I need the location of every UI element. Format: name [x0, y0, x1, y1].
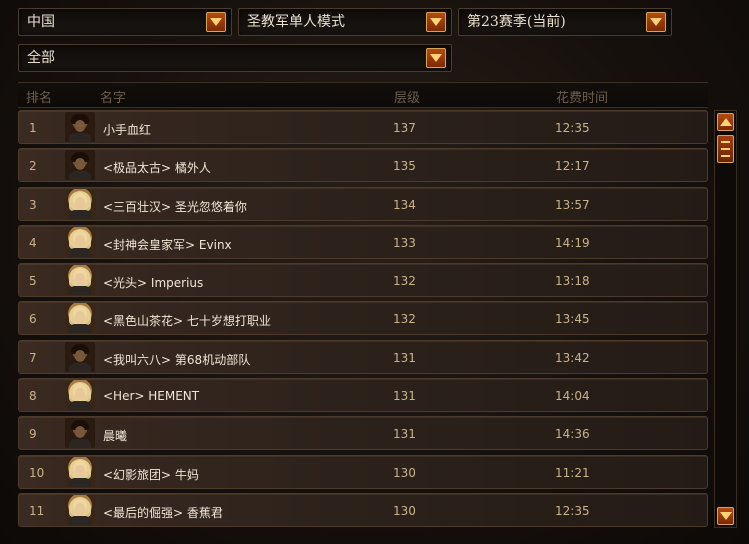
category-value: 全部	[27, 50, 55, 66]
row-time: 13:42	[555, 350, 590, 365]
row-name: <三百壮汉> 圣光忽悠着你	[103, 199, 247, 214]
leaderboard-row[interactable]: 7 <我叫六八> 第68机动部队 131 13:42	[18, 339, 708, 374]
row-name: <幻影旅团> 牛妈	[103, 467, 199, 482]
scrollbar-thumb[interactable]	[717, 135, 734, 163]
region-dropdown[interactable]: 中国	[18, 8, 232, 36]
leaderboard-row[interactable]: 6 <黑色山茶花> 七十岁想打职业 132 13:45	[18, 301, 708, 336]
row-rank: 3	[29, 197, 37, 212]
row-time: 14:04	[555, 389, 590, 404]
category-dropdown[interactable]: 全部	[18, 44, 452, 72]
row-rank: 4	[29, 235, 37, 250]
leaderboard-row[interactable]: 10 <幻影旅团> 牛妈 130 11:21	[18, 454, 708, 489]
chevron-down-icon[interactable]	[426, 48, 446, 68]
row-rank: 9	[29, 427, 37, 442]
row-time: 12:17	[555, 159, 590, 174]
header-name: 名字	[100, 91, 127, 106]
leaderboard-row[interactable]: 5 <光头> Imperius 132 13:18	[18, 263, 708, 298]
row-level: 132	[393, 274, 416, 289]
avatar	[65, 188, 95, 219]
row-name: 小手血红	[103, 123, 152, 137]
header-level: 层级	[394, 91, 421, 106]
avatar	[65, 494, 95, 525]
row-time: 13:57	[555, 197, 590, 212]
row-name: <极品太古> 橘外人	[103, 161, 211, 176]
leaderboard-row[interactable]: 4 <封神会皇家军> Evinx 133 14:19	[18, 224, 708, 259]
leaderboard-row[interactable]: 8 <Her> HEMENT 131 14:04	[18, 378, 708, 413]
avatar	[65, 380, 95, 411]
row-time: 14:19	[555, 235, 590, 250]
chevron-down-icon[interactable]	[426, 12, 446, 32]
row-rank: 6	[29, 312, 37, 327]
chevron-down-icon[interactable]	[646, 12, 666, 32]
row-level: 134	[393, 197, 416, 212]
chevron-down-icon[interactable]	[206, 12, 226, 32]
leaderboard-row[interactable]: 3 <三百壮汉> 圣光忽悠着你 134 13:57	[18, 186, 708, 221]
row-level: 131	[393, 427, 416, 442]
row-rank: 11	[29, 503, 45, 518]
table-header: 排名 名字 层级 花费时间	[18, 82, 708, 108]
row-time: 12:35	[555, 503, 590, 518]
avatar	[65, 226, 95, 257]
row-name: <封神会皇家军> Evinx	[103, 237, 232, 252]
row-time: 13:18	[555, 274, 590, 289]
row-rank: 1	[29, 121, 37, 135]
row-name: <黑色山茶花> 七十岁想打职业	[103, 314, 271, 329]
row-name: <Her> HEMENT	[103, 389, 200, 404]
leaderboard-row[interactable]: 9 晨曦 131 14:36	[18, 416, 708, 451]
leaderboard-row[interactable]: 2 <极品太古> 橘外人 135 12:17	[18, 148, 708, 183]
row-level: 130	[393, 465, 416, 480]
mode-dropdown[interactable]: 圣教军单人模式	[238, 8, 452, 36]
avatar	[65, 112, 95, 142]
row-name: <我叫六八> 第68机动部队	[103, 352, 251, 367]
avatar	[65, 150, 95, 181]
row-level: 137	[393, 121, 416, 135]
row-rank: 8	[29, 389, 37, 404]
avatar	[65, 303, 95, 334]
avatar	[65, 341, 95, 372]
row-level: 135	[393, 159, 416, 174]
header-rank: 排名	[26, 91, 53, 106]
row-level: 131	[393, 350, 416, 365]
mode-value: 圣教军单人模式	[247, 14, 345, 30]
chevron-up-icon[interactable]	[717, 113, 734, 131]
chevron-down-icon[interactable]	[717, 507, 734, 525]
row-level: 132	[393, 312, 416, 327]
season-value: 第23赛季(当前)	[467, 14, 566, 30]
row-rank: 7	[29, 350, 37, 365]
row-level: 131	[393, 389, 416, 404]
row-level: 130	[393, 503, 416, 518]
region-value: 中国	[27, 14, 55, 30]
row-name: <最后的倔强> 香蕉君	[103, 505, 223, 520]
scrollbar[interactable]	[714, 110, 737, 528]
header-time: 花费时间	[556, 91, 609, 106]
row-time: 14:36	[555, 427, 590, 442]
row-time: 13:45	[555, 312, 590, 327]
row-rank: 2	[29, 159, 37, 174]
leaderboard-row[interactable]: 11 <最后的倔强> 香蕉君 130 12:35	[18, 492, 708, 527]
leaderboard-list: 1 小手血红 137 12:35 2 <极品太古> 橘外人 135 12:17 3 <三百壮汉> …	[18, 110, 708, 531]
avatar	[65, 265, 95, 296]
season-dropdown[interactable]: 第23赛季(当前)	[458, 8, 672, 36]
leaderboard-row[interactable]: 1 小手血红 137 12:35	[18, 110, 708, 144]
avatar	[65, 418, 95, 449]
row-rank: 5	[29, 274, 37, 289]
row-name: <光头> Imperius	[103, 276, 204, 291]
row-time: 12:35	[555, 121, 590, 135]
row-name: 晨曦	[103, 429, 128, 444]
avatar	[65, 456, 95, 487]
row-level: 133	[393, 235, 416, 250]
row-time: 11:21	[555, 465, 590, 480]
row-rank: 10	[29, 465, 45, 480]
